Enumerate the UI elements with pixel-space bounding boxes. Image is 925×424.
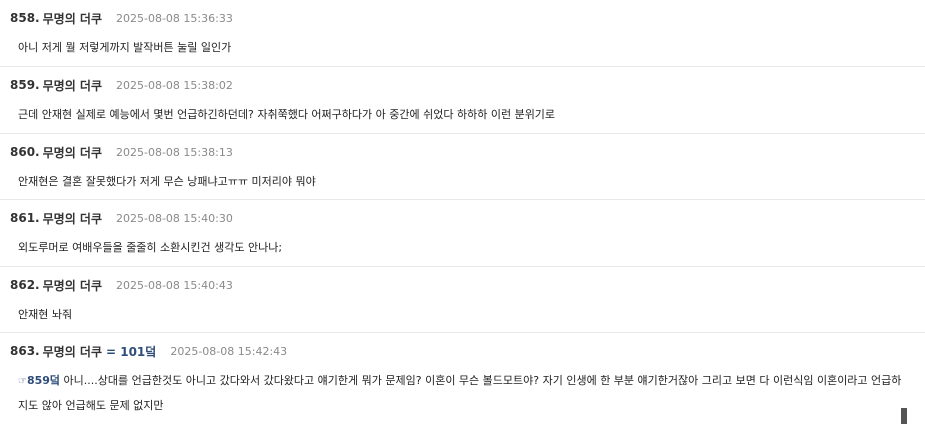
- comment-author: 무명의 더쿠: [42, 78, 102, 93]
- comment-author: 무명의 더쿠: [42, 211, 102, 226]
- comment-number[interactable]: 861.: [10, 211, 40, 225]
- comment-author: 무명의 더쿠: [42, 278, 102, 293]
- comment-number[interactable]: 859.: [10, 78, 40, 92]
- comment-timestamp: 2025-08-08 15:40:30: [116, 211, 233, 225]
- comment-body: 아니 저게 뭘 저렇게까지 발작버튼 눌릴 일인가: [18, 41, 232, 54]
- comment-number[interactable]: 860.: [10, 145, 40, 159]
- comment-header: 862. 무명의 더쿠 2025-08-08 15:40:43: [10, 267, 915, 295]
- comment-860: 860. 무명의 더쿠 2025-08-08 15:38:13 안재현은 결혼 …: [0, 134, 925, 200]
- comment-timestamp: 2025-08-08 15:38:13: [116, 145, 233, 159]
- comment-859: 859. 무명의 더쿠 2025-08-08 15:38:02 근데 안재현 실…: [0, 67, 925, 134]
- comment-timestamp: 2025-08-08 15:38:02: [116, 78, 233, 92]
- comment-header: 863. 무명의 더쿠 = 101덬 2025-08-08 15:42:43: [10, 333, 915, 361]
- comment-thread: 858. 무명의 더쿠 2025-08-08 15:36:33 아니 저게 뭘 …: [0, 0, 925, 423]
- pointing-hand-icon: ☞: [18, 376, 27, 387]
- comment-body: 근데 안재현 실제로 예능에서 몇번 언급하긴하던데? 자취쭉했다 어쩌구하다가…: [18, 108, 556, 121]
- comment-863: 863. 무명의 더쿠 = 101덬 2025-08-08 15:42:43 ☞…: [0, 333, 925, 423]
- comment-858: 858. 무명의 더쿠 2025-08-08 15:36:33 아니 저게 뭘 …: [0, 0, 925, 67]
- scrollbar-handle[interactable]: [901, 408, 907, 424]
- reply-reference-link[interactable]: 859덬: [27, 374, 60, 387]
- comment-body: 외도루머로 여배우들을 줄줄히 소환시킨건 생각도 안나나;: [18, 241, 283, 254]
- comment-number[interactable]: 863.: [10, 344, 40, 358]
- comment-number[interactable]: 862.: [10, 278, 40, 292]
- comment-timestamp: 2025-08-08 15:36:33: [116, 11, 233, 25]
- comment-body: 안재현 놔줘: [18, 308, 73, 321]
- comment-header: 860. 무명의 더쿠 2025-08-08 15:38:13: [10, 134, 915, 162]
- comment-header: 859. 무명의 더쿠 2025-08-08 15:38:02: [10, 67, 915, 95]
- comment-header: 861. 무명의 더쿠 2025-08-08 15:40:30: [10, 200, 915, 228]
- comment-number[interactable]: 858.: [10, 11, 40, 25]
- comment-author: 무명의 더쿠: [42, 11, 102, 26]
- comment-body-text: 아니....상대를 언급한것도 아니고 갔다와서 갔다왔다고 얘기한게 뭐가 문…: [18, 374, 902, 412]
- comment-header: 858. 무명의 더쿠 2025-08-08 15:36:33: [10, 0, 915, 28]
- comment-862: 862. 무명의 더쿠 2025-08-08 15:40:43 안재현 놔줘: [0, 267, 925, 333]
- comment-body: ☞859덬 아니....상대를 언급한것도 아니고 갔다와서 갔다왔다고 얘기한…: [10, 369, 910, 418]
- comment-score: = 101덬: [106, 344, 157, 359]
- comment-body: 안재현은 결혼 잘못했다가 저게 무슨 낭패냐고ㅠㅠ 미저리야 뭐야: [18, 175, 316, 188]
- comment-861: 861. 무명의 더쿠 2025-08-08 15:40:30 외도루머로 여배…: [0, 200, 925, 267]
- comment-author: 무명의 더쿠: [42, 344, 102, 359]
- comment-timestamp: 2025-08-08 15:42:43: [170, 344, 288, 358]
- comment-author: 무명의 더쿠: [42, 145, 102, 160]
- comment-timestamp: 2025-08-08 15:40:43: [116, 278, 233, 292]
